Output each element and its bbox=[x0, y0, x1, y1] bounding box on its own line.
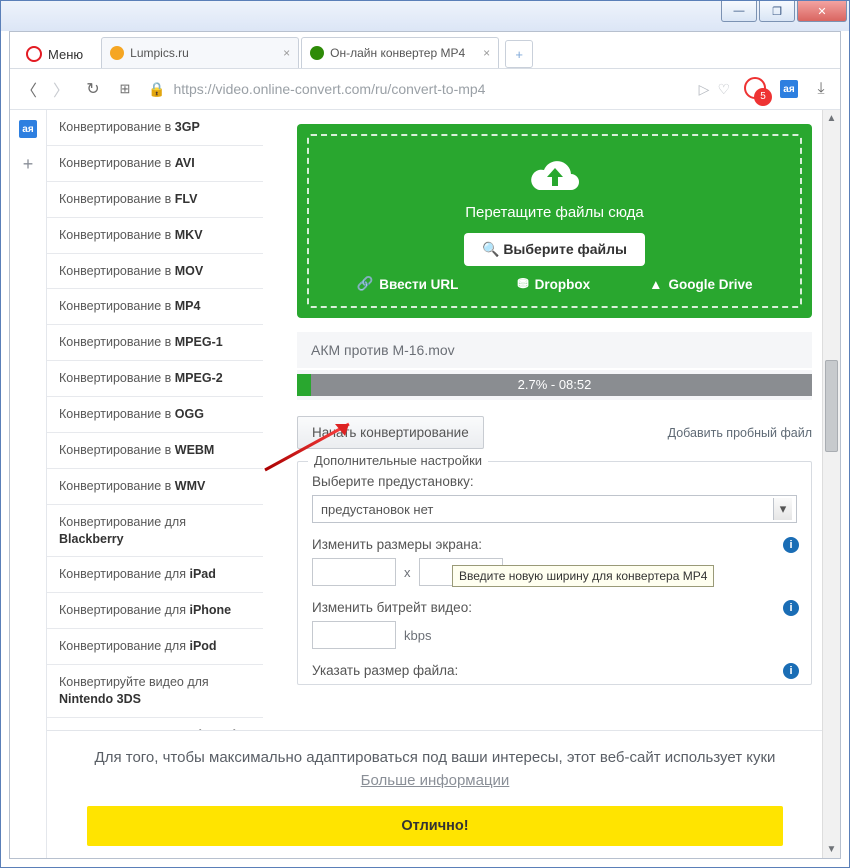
opera-logo-icon bbox=[26, 46, 42, 62]
tab-title: Он-лайн конвертер MP4 bbox=[330, 46, 477, 60]
link-icon: 🔗 bbox=[356, 276, 373, 292]
info-icon[interactable]: i bbox=[783, 537, 799, 553]
titlebar: ― ❐ ✕ bbox=[1, 1, 849, 31]
tab-converter[interactable]: Он-лайн конвертер MP4 × bbox=[301, 37, 499, 68]
width-input[interactable] bbox=[312, 558, 396, 586]
format-list-item[interactable]: Конвертирование для iPhone bbox=[47, 593, 263, 629]
upload-progress: 2.7% - 08:52 bbox=[297, 370, 812, 400]
format-list-item[interactable]: Конвертирование в AVI bbox=[47, 146, 263, 182]
bitrate-label: Изменить битрейт видео: bbox=[312, 600, 797, 615]
width-tooltip: Введите новую ширину для конвертера MP4 bbox=[452, 565, 714, 587]
page-viewport: Конвертирование в 3GPКонвертирование в A… bbox=[47, 110, 840, 858]
share-icon[interactable]: ▷ bbox=[699, 81, 710, 98]
cookie-accept-button[interactable]: Отлично! bbox=[87, 806, 783, 846]
browser-chrome: Меню Lumpics.ru × Он-лайн конвертер MP4 … bbox=[9, 31, 841, 859]
vertical-scrollbar[interactable]: ▲ ▼ bbox=[822, 110, 840, 858]
menu-label: Меню bbox=[48, 47, 83, 62]
close-tab-icon[interactable]: × bbox=[283, 46, 290, 60]
uploaded-file-name: АКМ против М-16.mov bbox=[297, 332, 812, 368]
window-maximize-button[interactable]: ❐ bbox=[759, 1, 795, 22]
cookie-text: Для того, чтобы максимально адаптировать… bbox=[87, 747, 783, 792]
start-convert-button[interactable]: Начать конвертирование bbox=[297, 416, 484, 449]
new-tab-button[interactable]: + bbox=[505, 40, 533, 68]
address-bar-row: 〈 〉 ↻ ⊞ 🔒 https://video.online-convert.c… bbox=[10, 69, 840, 110]
lock-icon: 🔒 bbox=[148, 81, 165, 98]
gdrive-icon: ▲ bbox=[649, 277, 662, 292]
url-field[interactable]: 🔒 https://video.online-convert.com/ru/co… bbox=[148, 81, 730, 98]
cookie-banner: Для того, чтобы максимально адаптировать… bbox=[47, 730, 823, 858]
tab-lumpics[interactable]: Lumpics.ru × bbox=[101, 37, 299, 68]
format-list-item[interactable]: Конвертирование в OGG bbox=[47, 397, 263, 433]
format-list-item[interactable]: Конвертирование в FLV bbox=[47, 182, 263, 218]
speed-dial-button[interactable]: ⊞ bbox=[116, 81, 134, 97]
format-list-item[interactable]: Конвертирование в WMV bbox=[47, 469, 263, 505]
kbps-label: kbps bbox=[404, 628, 431, 643]
scroll-down-icon[interactable]: ▼ bbox=[823, 841, 840, 858]
back-button[interactable]: 〈 bbox=[20, 77, 38, 101]
format-list-item[interactable]: Конвертирование для Blackberry bbox=[47, 505, 263, 558]
resize-label: Изменить размеры экрана: bbox=[312, 537, 797, 552]
reload-button[interactable]: ↻ bbox=[84, 79, 102, 99]
favicon-icon bbox=[310, 46, 324, 60]
settings-panel: Дополнительные настройки Выберите предус… bbox=[297, 461, 812, 685]
cloud-upload-icon bbox=[527, 156, 583, 196]
tab-title: Lumpics.ru bbox=[130, 46, 277, 60]
format-list-item[interactable]: Конвертирование в MOV bbox=[47, 254, 263, 290]
progress-text: 2.7% - 08:52 bbox=[297, 374, 812, 396]
favicon-icon bbox=[110, 46, 124, 60]
add-sample-link[interactable]: Добавить пробный файл bbox=[668, 426, 812, 440]
format-list-item[interactable]: Конвертирование в MKV bbox=[47, 218, 263, 254]
dropbox-icon: ⛃ bbox=[517, 276, 528, 292]
preset-label: Выберите предустановку: bbox=[312, 474, 797, 489]
format-list-item[interactable]: Конвертирование в WEBM bbox=[47, 433, 263, 469]
format-list-item[interactable]: Конвертирование в MP4 bbox=[47, 289, 263, 325]
adblock-button[interactable]: 5 bbox=[744, 77, 766, 102]
window-frame: ― ❐ ✕ Меню Lumpics.ru × Он-лайн конверте… bbox=[0, 0, 850, 868]
scroll-thumb[interactable] bbox=[825, 360, 838, 452]
close-tab-icon[interactable]: × bbox=[483, 46, 490, 60]
preset-value: предустановок нет bbox=[321, 502, 433, 517]
ad-count-badge: 5 bbox=[754, 88, 772, 106]
dropbox-link[interactable]: ⛃Dropbox bbox=[517, 276, 590, 292]
info-icon[interactable]: i bbox=[783, 600, 799, 616]
preset-select[interactable]: предустановок нет ▾ bbox=[312, 495, 797, 523]
settings-legend: Дополнительные настройки bbox=[308, 453, 488, 468]
downloads-button[interactable]: ⤓ bbox=[812, 80, 830, 98]
format-list-item[interactable]: Конвертируйте видео для Nintendo 3DS bbox=[47, 665, 263, 718]
format-list-item[interactable]: Конвертирование в 3GP bbox=[47, 110, 263, 146]
format-list-item[interactable]: Конвертирование в MPEG-1 bbox=[47, 325, 263, 361]
translate-rail-icon[interactable]: aя bbox=[19, 120, 37, 138]
format-list-item[interactable]: Конвертирование для iPod bbox=[47, 629, 263, 665]
drop-zone[interactable]: Перетащите файлы сюда 🔍 Выберите файлы 🔗… bbox=[297, 124, 812, 318]
x-label: x bbox=[404, 565, 411, 580]
sidebar-rail: aя + bbox=[10, 110, 47, 858]
scroll-up-icon[interactable]: ▲ bbox=[823, 110, 840, 127]
format-list-item[interactable]: Конвертирование в MPEG-2 bbox=[47, 361, 263, 397]
enter-url-link[interactable]: 🔗Ввести URL bbox=[356, 276, 458, 292]
dropzone-title: Перетащите файлы сюда bbox=[319, 204, 790, 221]
search-icon: 🔍 bbox=[482, 241, 503, 257]
window-close-button[interactable]: ✕ bbox=[797, 1, 847, 22]
format-list-item[interactable]: Конвертирование для iPad bbox=[47, 557, 263, 593]
url-text: https://video.online-convert.com/ru/conv… bbox=[173, 81, 485, 97]
cookie-more-link[interactable]: Больше информации bbox=[361, 772, 510, 789]
gdrive-link[interactable]: ▲Google Drive bbox=[649, 276, 752, 292]
forward-button: 〉 bbox=[52, 77, 70, 101]
filesize-label: Указать размер файла: bbox=[312, 663, 797, 678]
tab-strip: Меню Lumpics.ru × Он-лайн конвертер MP4 … bbox=[10, 32, 840, 69]
info-icon[interactable]: i bbox=[783, 663, 799, 679]
window-minimize-button[interactable]: ― bbox=[721, 1, 757, 22]
select-files-button[interactable]: 🔍 Выберите файлы bbox=[464, 233, 645, 266]
content-wrap: aя + Конвертирование в 3GPКонвертировани… bbox=[10, 110, 840, 858]
translate-icon[interactable]: aя bbox=[780, 80, 798, 98]
bitrate-input[interactable] bbox=[312, 621, 396, 649]
add-panel-button[interactable]: + bbox=[23, 154, 34, 175]
bookmark-icon[interactable]: ♡ bbox=[717, 81, 730, 98]
chevron-down-icon: ▾ bbox=[773, 498, 792, 520]
opera-menu-button[interactable]: Меню bbox=[16, 40, 93, 68]
